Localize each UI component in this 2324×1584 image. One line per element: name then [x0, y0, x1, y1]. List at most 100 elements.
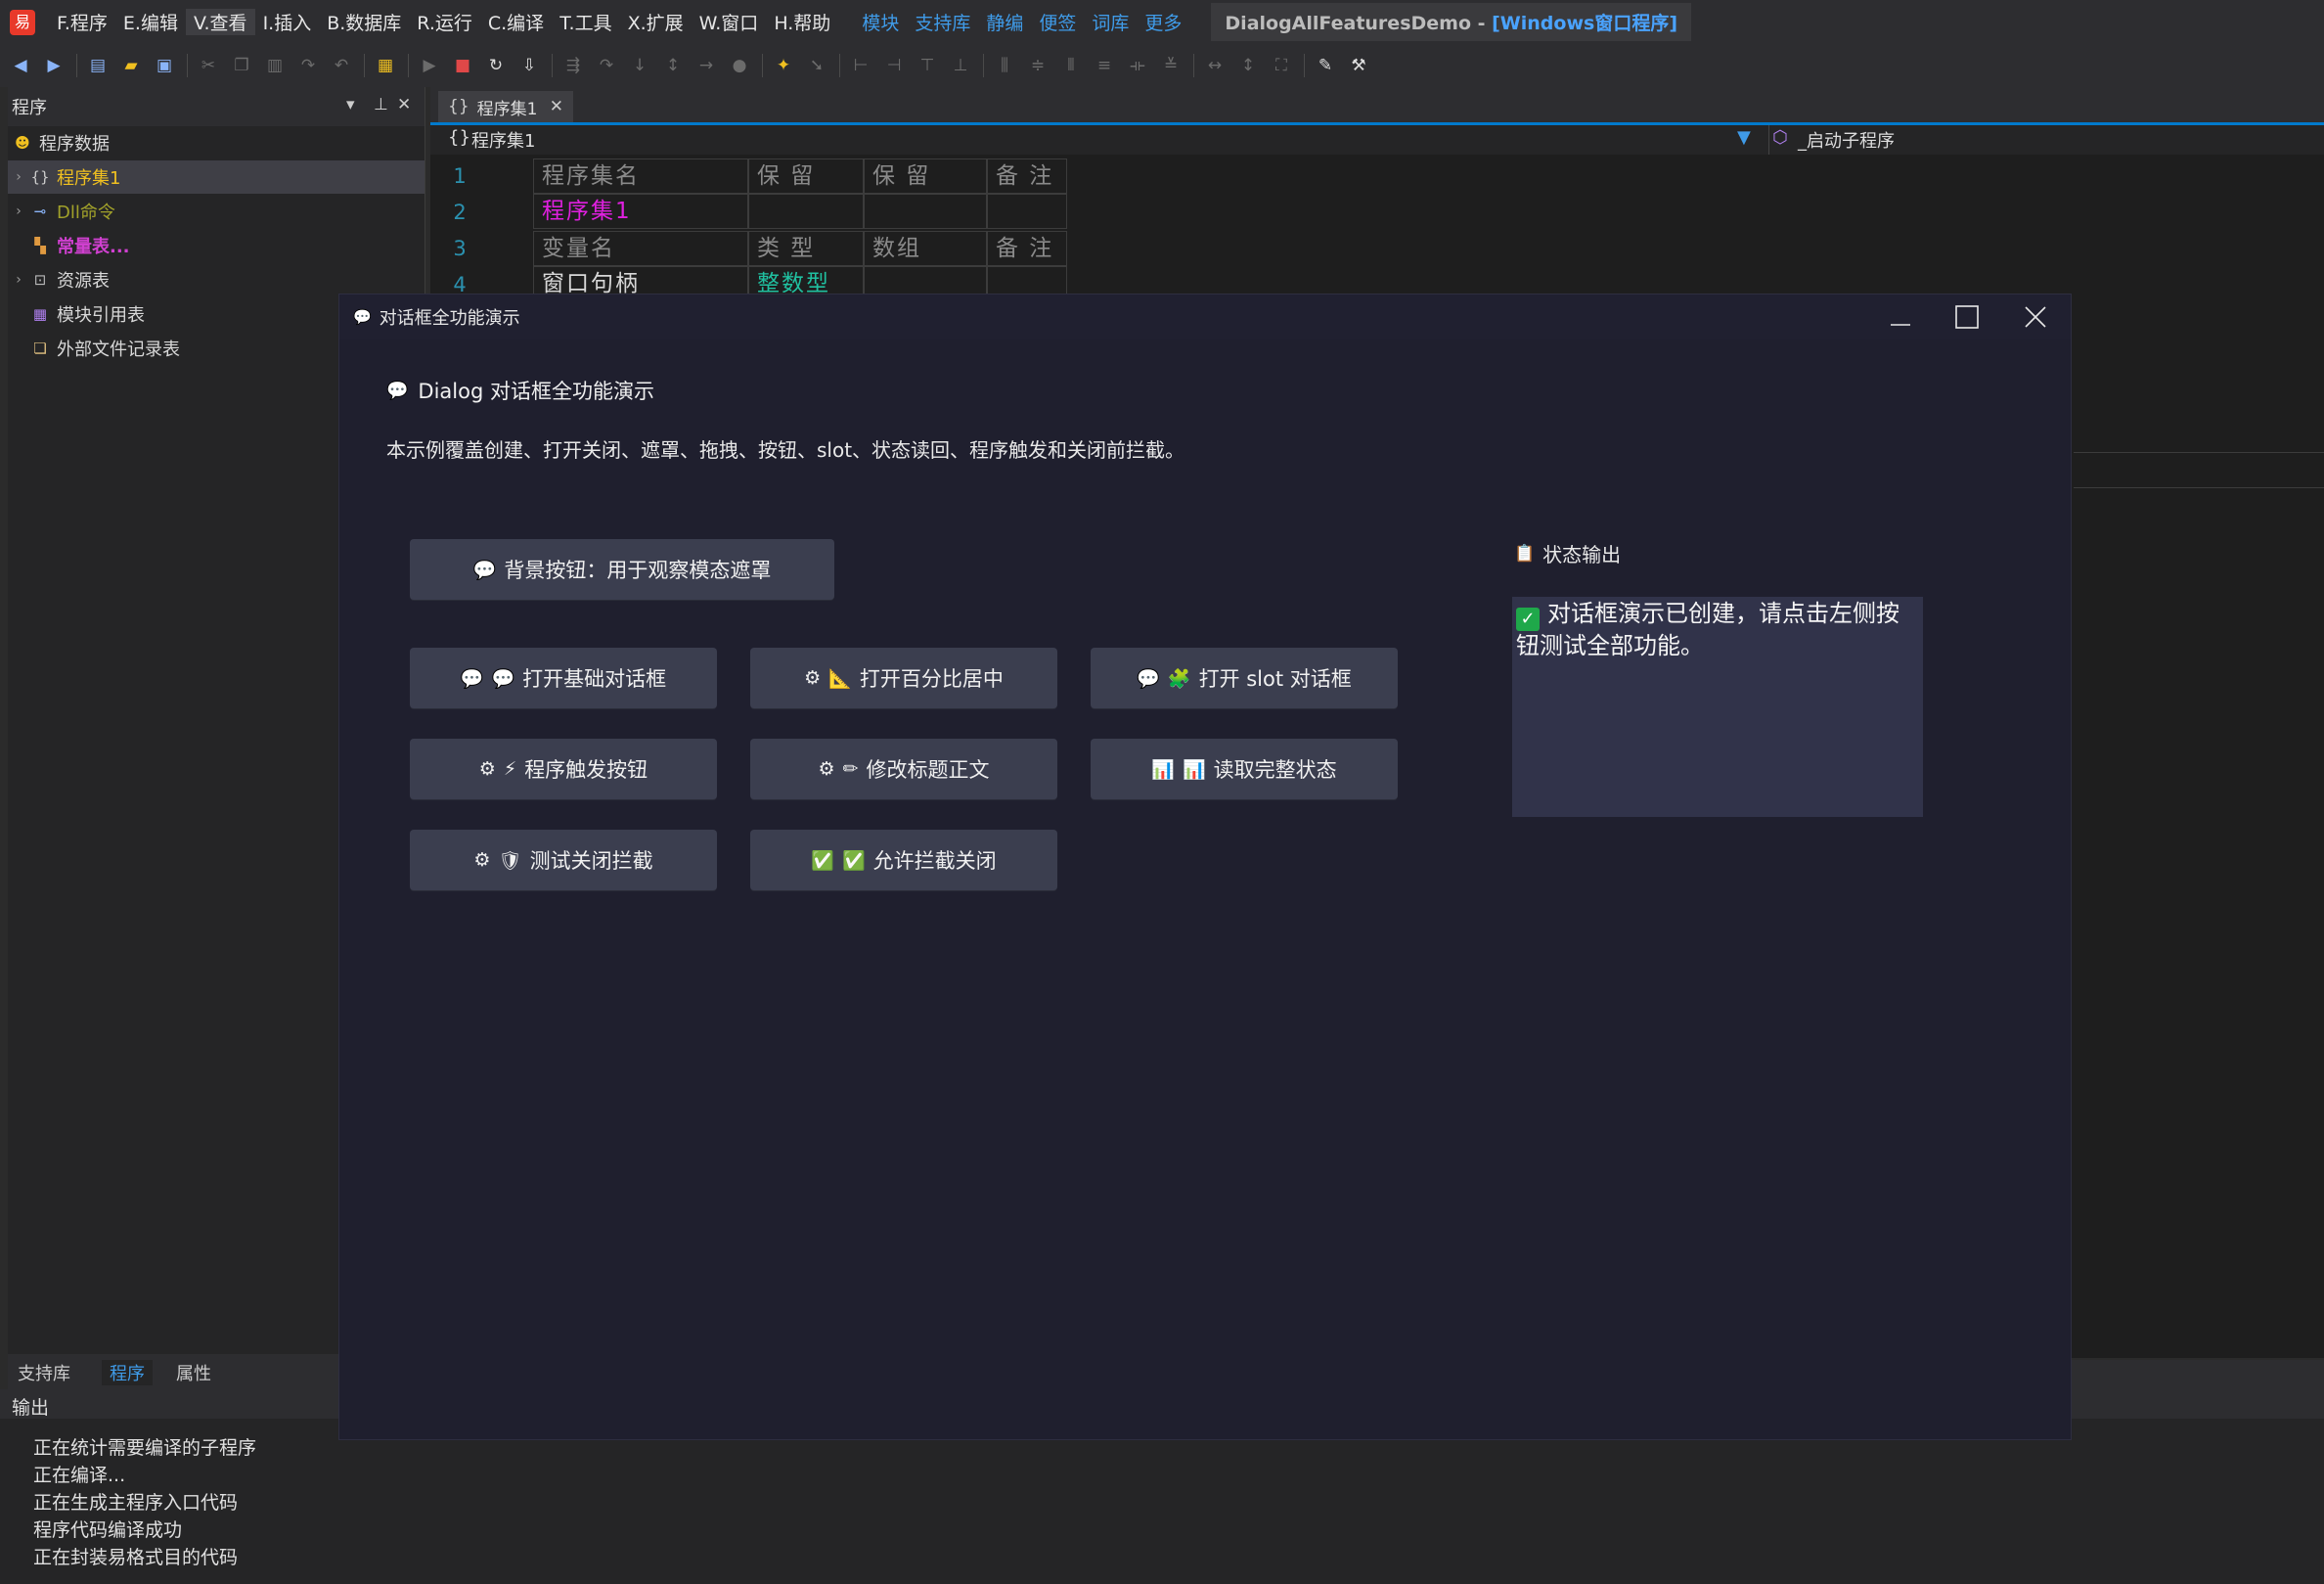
check-mark-icon: ✓ [1516, 608, 1540, 631]
braces-icon: {} [448, 127, 470, 148]
back-icon[interactable]: ◀ [8, 53, 33, 78]
menu-database[interactable]: B.数据库 [319, 9, 409, 35]
project-icon[interactable]: ▦ [373, 53, 398, 78]
open-percent-center-button[interactable]: ⚙ 📐 打开百分比居中 [750, 648, 1057, 708]
background-button[interactable]: 💬 背景按钮：用于观察模态遮罩 [410, 539, 834, 600]
expand-arrow-icon[interactable]: › [8, 169, 29, 185]
app-title: DialogAllFeaturesDemo - [Windows窗口程序] [1211, 3, 1692, 41]
link-static-compile[interactable]: 静编 [978, 9, 1031, 35]
same-height-icon[interactable]: ↕ [1235, 53, 1261, 78]
table-cell: 变量名 [533, 231, 748, 266]
panel-pin-icon[interactable]: ⊥ [374, 95, 388, 114]
step-icon[interactable]: ⇶ [560, 53, 586, 78]
panel-close-icon[interactable]: ✕ [397, 95, 411, 114]
subroutine-combo[interactable]: _启动子程序 [1798, 127, 1895, 153]
menu-help[interactable]: H.帮助 [766, 9, 838, 35]
step-into-icon[interactable]: ↓ [627, 53, 652, 78]
allow-intercept-close-button[interactable]: ✅ ✅ 允许拦截关闭 [750, 830, 1057, 890]
maximize-button[interactable] [1934, 294, 2000, 339]
gear-icon: ⚙ [818, 758, 835, 780]
button-label: 修改标题正文 [866, 758, 990, 782]
step-over-icon[interactable]: ↷ [594, 53, 619, 78]
expand-arrow-icon[interactable]: › [8, 204, 29, 219]
menu-compile[interactable]: C.编译 [480, 9, 552, 35]
distribute-h-icon[interactable]: ⫼ [992, 53, 1017, 78]
tab-program[interactable]: 程序 [102, 1360, 153, 1385]
align-right-icon[interactable]: ⊣ [881, 53, 907, 78]
paste-icon[interactable]: ▥ [262, 53, 288, 78]
tab-support-library[interactable]: 支持库 [18, 1360, 70, 1385]
same-width-icon[interactable]: ↔ [1202, 53, 1228, 78]
expand-arrow-icon[interactable]: › [8, 272, 29, 288]
dialog-titlebar[interactable]: 💬 对话框全功能演示 [339, 294, 2071, 339]
tree-item-resources[interactable]: › ⊡ 资源表 [8, 263, 425, 296]
pointer-icon[interactable]: ➘ [804, 53, 829, 78]
tree-item-constants[interactable]: ▚ 常量表... [8, 229, 425, 262]
link-thesaurus[interactable]: 词库 [1084, 9, 1137, 35]
panel-dropdown-icon[interactable]: ▾ [346, 95, 355, 114]
spacing-h-icon[interactable]: ⟛ [1125, 53, 1150, 78]
same-size-icon[interactable]: ⛶ [1269, 53, 1294, 78]
copy-icon[interactable]: ❐ [229, 53, 254, 78]
link-notes[interactable]: 便签 [1031, 9, 1084, 35]
menu-view[interactable]: V.查看 [185, 9, 255, 35]
tab-properties[interactable]: 属性 [176, 1360, 211, 1385]
braces-icon: {} [448, 97, 469, 116]
test-close-intercept-button[interactable]: ⚙ 🛡 测试关闭拦截 [410, 830, 717, 890]
link-more[interactable]: 更多 [1137, 9, 1189, 35]
stop-icon[interactable]: ■ [450, 53, 475, 78]
link-support-lib[interactable]: 支持库 [907, 9, 978, 35]
menu-tools[interactable]: T.工具 [552, 9, 619, 35]
restart-icon[interactable]: ↻ [483, 53, 509, 78]
program-trigger-button[interactable]: ⚙ ⚡ 程序触发按钮 [410, 739, 717, 799]
compile-icon[interactable]: ⇩ [516, 53, 542, 78]
close-button[interactable] [2002, 294, 2069, 339]
save-icon[interactable]: ▣ [152, 53, 177, 78]
tree-item-assembly1[interactable]: › {} 程序集1 [8, 160, 425, 194]
read-full-state-button[interactable]: 📊 📊 读取完整状态 [1091, 739, 1398, 799]
assembly-combo[interactable]: 程序集1 [471, 127, 535, 153]
program-panel-title: 程序 [12, 98, 47, 118]
tab-label: 程序集1 [476, 99, 538, 119]
step-out-icon[interactable]: ↕ [660, 53, 686, 78]
open-folder-icon[interactable]: ▰ [118, 53, 144, 78]
center-h-icon[interactable]: ≑ [1025, 53, 1050, 78]
distribute-v-icon[interactable]: ⫴ [1058, 53, 1084, 78]
open-basic-dialog-button[interactable]: 💬 💬 打开基础对话框 [410, 648, 717, 708]
tree-item-program-data[interactable]: ☻ 程序数据 [8, 126, 425, 159]
table-cell: 数组 [864, 231, 987, 266]
app-title-type: [Windows窗口程序] [1492, 13, 1678, 34]
menu-window[interactable]: W.窗口 [692, 9, 767, 35]
menu-edit[interactable]: E.编辑 [115, 9, 186, 35]
breakpoint-icon[interactable]: ● [727, 53, 752, 78]
menu-run[interactable]: R.运行 [409, 9, 480, 35]
pen-icon[interactable]: ✎ [1313, 53, 1338, 78]
menu-program[interactable]: F.程序 [49, 9, 115, 35]
button-label: 程序触发按钮 [524, 758, 648, 782]
combo-dropdown-icon[interactable]: ▼ [1737, 127, 1751, 148]
table-cell: 程序集1 [533, 194, 748, 229]
menu-insert[interactable]: I.插入 [255, 9, 320, 35]
modify-title-body-button[interactable]: ⚙ ✏ 修改标题正文 [750, 739, 1057, 799]
forward-icon[interactable]: ▶ [41, 53, 67, 78]
undo-icon[interactable]: ↶ [329, 53, 354, 78]
tab-assembly1[interactable]: {} 程序集1 ✕ [438, 91, 573, 122]
cut-icon[interactable]: ✂ [196, 53, 221, 78]
new-file-icon[interactable]: ▤ [85, 53, 111, 78]
run-to-cursor-icon[interactable]: → [693, 53, 719, 78]
run-icon[interactable]: ▶ [417, 53, 442, 78]
align-bottom-icon[interactable]: ⊥ [948, 53, 973, 78]
open-slot-dialog-button[interactable]: 💬 🧩 打开 slot 对话框 [1091, 648, 1398, 708]
menu-extend[interactable]: X.扩展 [620, 9, 692, 35]
align-top-icon[interactable]: ⊤ [915, 53, 940, 78]
link-module[interactable]: 模块 [854, 9, 907, 35]
redo-icon[interactable]: ↷ [295, 53, 321, 78]
tree-item-dll-commands[interactable]: › ⊸ Dll命令 [8, 195, 425, 228]
spacing-v-icon[interactable]: ≚ [1158, 53, 1184, 78]
hint-bulb-icon[interactable]: ✦ [771, 53, 796, 78]
center-v-icon[interactable]: ≡ [1092, 53, 1117, 78]
minimize-button[interactable] [1867, 294, 1934, 339]
tab-close-icon[interactable]: ✕ [550, 97, 563, 116]
align-left-icon[interactable]: ⊢ [848, 53, 873, 78]
tools-icon[interactable]: ⚒ [1346, 53, 1371, 78]
